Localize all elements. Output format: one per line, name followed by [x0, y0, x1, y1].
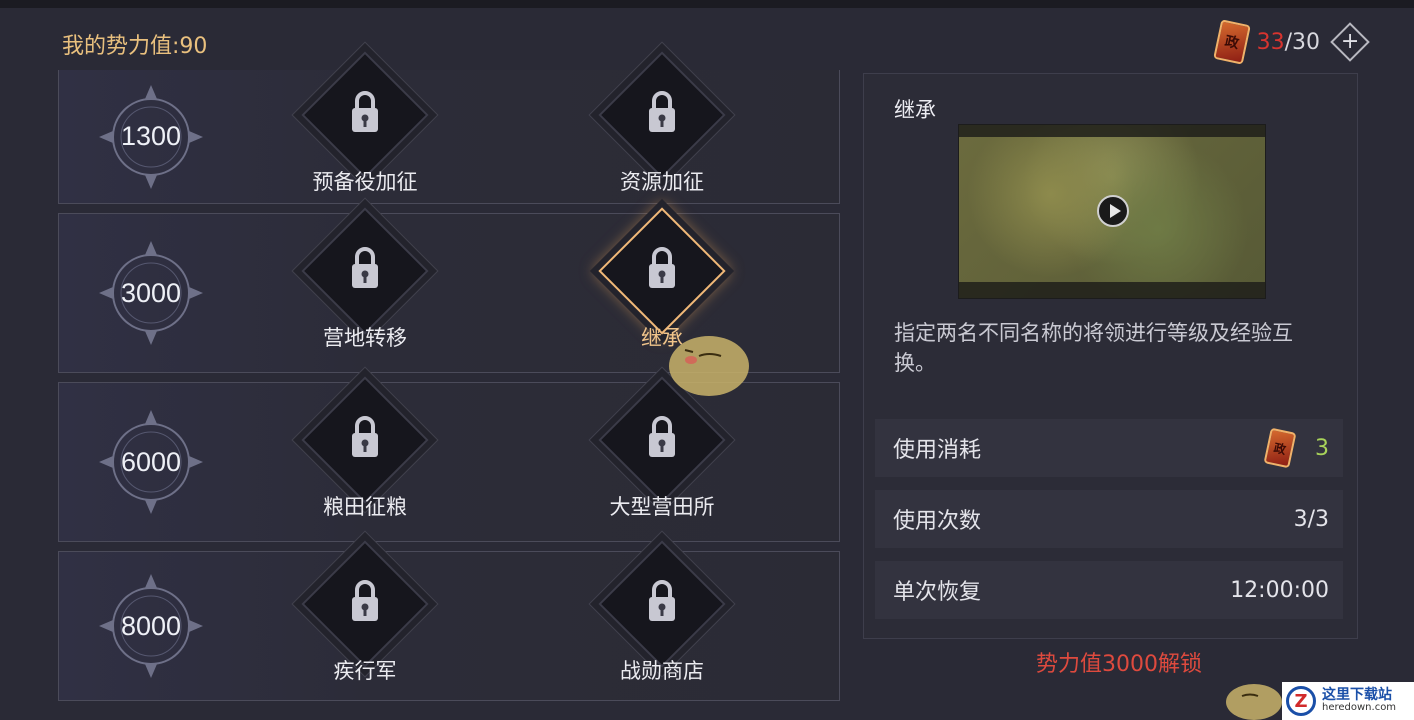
play-icon[interactable]: [1097, 195, 1129, 227]
tier-badge: 3000: [95, 237, 207, 349]
tier-row-1300: 1300 预备役加征 资源加征: [58, 50, 840, 204]
skill-reserve-levy[interactable]: 预备役加征: [290, 50, 440, 212]
tier-threshold: 6000: [120, 446, 182, 477]
skill-field-grain-levy[interactable]: 粮田征粮: [290, 376, 440, 537]
currency-bar: 政 33/30 +: [1212, 19, 1370, 65]
stat-recovery: 单次恢复 12:00:00: [875, 561, 1343, 619]
tier-row-6000: 6000 粮田征粮 大型营田所: [58, 376, 840, 542]
tier-threshold: 3000: [120, 277, 182, 308]
skill-forced-march[interactable]: 疾行军: [290, 540, 440, 701]
tier-threshold: 8000: [120, 610, 182, 641]
skill-label: 大型营田所: [609, 495, 715, 519]
skill-large-farm[interactable]: 大型营田所: [587, 376, 737, 537]
site-watermark: Z 这里下载站 heredown.com: [1282, 682, 1414, 720]
skill-label: 预备役加征: [312, 169, 418, 194]
watermark-url: heredown.com: [1322, 702, 1397, 714]
skill-resource-levy[interactable]: 资源加征: [587, 50, 737, 212]
lock-icon: [352, 580, 378, 621]
skill-label: 战勋商店: [620, 659, 704, 683]
watermark-name: 这里下载站: [1322, 687, 1392, 704]
detail-title: 继承: [894, 98, 936, 122]
skill-description: 指定两名不同名称的将领进行等级及经验互换。: [894, 321, 1293, 375]
stat-uses: 使用次数 3/3: [875, 490, 1343, 548]
stat-value: 3: [1315, 435, 1329, 461]
lock-icon: [649, 416, 675, 457]
stat-value: 12:00:00: [1230, 577, 1329, 603]
skill-merit-shop[interactable]: 战勋商店: [587, 540, 737, 701]
skill-label: 疾行军: [333, 659, 397, 683]
unlock-requirement: 势力值3000解锁: [1036, 652, 1202, 677]
preview-video[interactable]: [958, 124, 1266, 299]
currency-count: 33/30: [1256, 29, 1320, 55]
stat-label: 单次恢复: [893, 580, 982, 605]
stat-label: 使用消耗: [893, 438, 982, 463]
top-border: [0, 0, 1414, 8]
mascot-sticker-icon: [669, 336, 749, 396]
skill-label: 粮田征粮: [323, 495, 407, 519]
watermark-logo-icon: Z: [1286, 686, 1316, 716]
stat-cost: 使用消耗 政 3: [875, 419, 1343, 477]
policy-card-icon: 政: [1263, 427, 1297, 469]
plus-icon: +: [1340, 29, 1360, 54]
tier-row-8000: 8000 疾行军 战勋商店: [58, 540, 840, 701]
my-power-value: 我的势力值:90: [62, 34, 208, 59]
lock-icon: [649, 580, 675, 621]
stat-label: 使用次数: [893, 509, 982, 534]
skill-camp-transfer[interactable]: 营地转移: [290, 207, 440, 368]
mascot-sticker-icon: [1226, 684, 1282, 720]
policy-card-icon: 政: [1212, 19, 1251, 65]
lock-icon: [649, 90, 675, 132]
lock-icon: [649, 247, 675, 288]
add-currency-button[interactable]: +: [1330, 22, 1370, 62]
lock-icon: [352, 247, 378, 288]
lock-icon: [352, 416, 378, 457]
tier-badge: 6000: [95, 406, 207, 518]
tier-badge: 1300: [95, 81, 207, 193]
tier-threshold: 1300: [120, 121, 182, 151]
tier-badge: 8000: [95, 570, 207, 682]
skill-detail-panel: 继承 指定两名不同名称的将领进行等级及经验互换。 使用消耗 政 3 使用次数 3…: [863, 73, 1358, 639]
lock-icon: [352, 90, 378, 132]
stat-value: 3/3: [1293, 506, 1329, 532]
skill-label: 资源加征: [620, 169, 704, 194]
skill-label: 营地转移: [323, 326, 407, 350]
